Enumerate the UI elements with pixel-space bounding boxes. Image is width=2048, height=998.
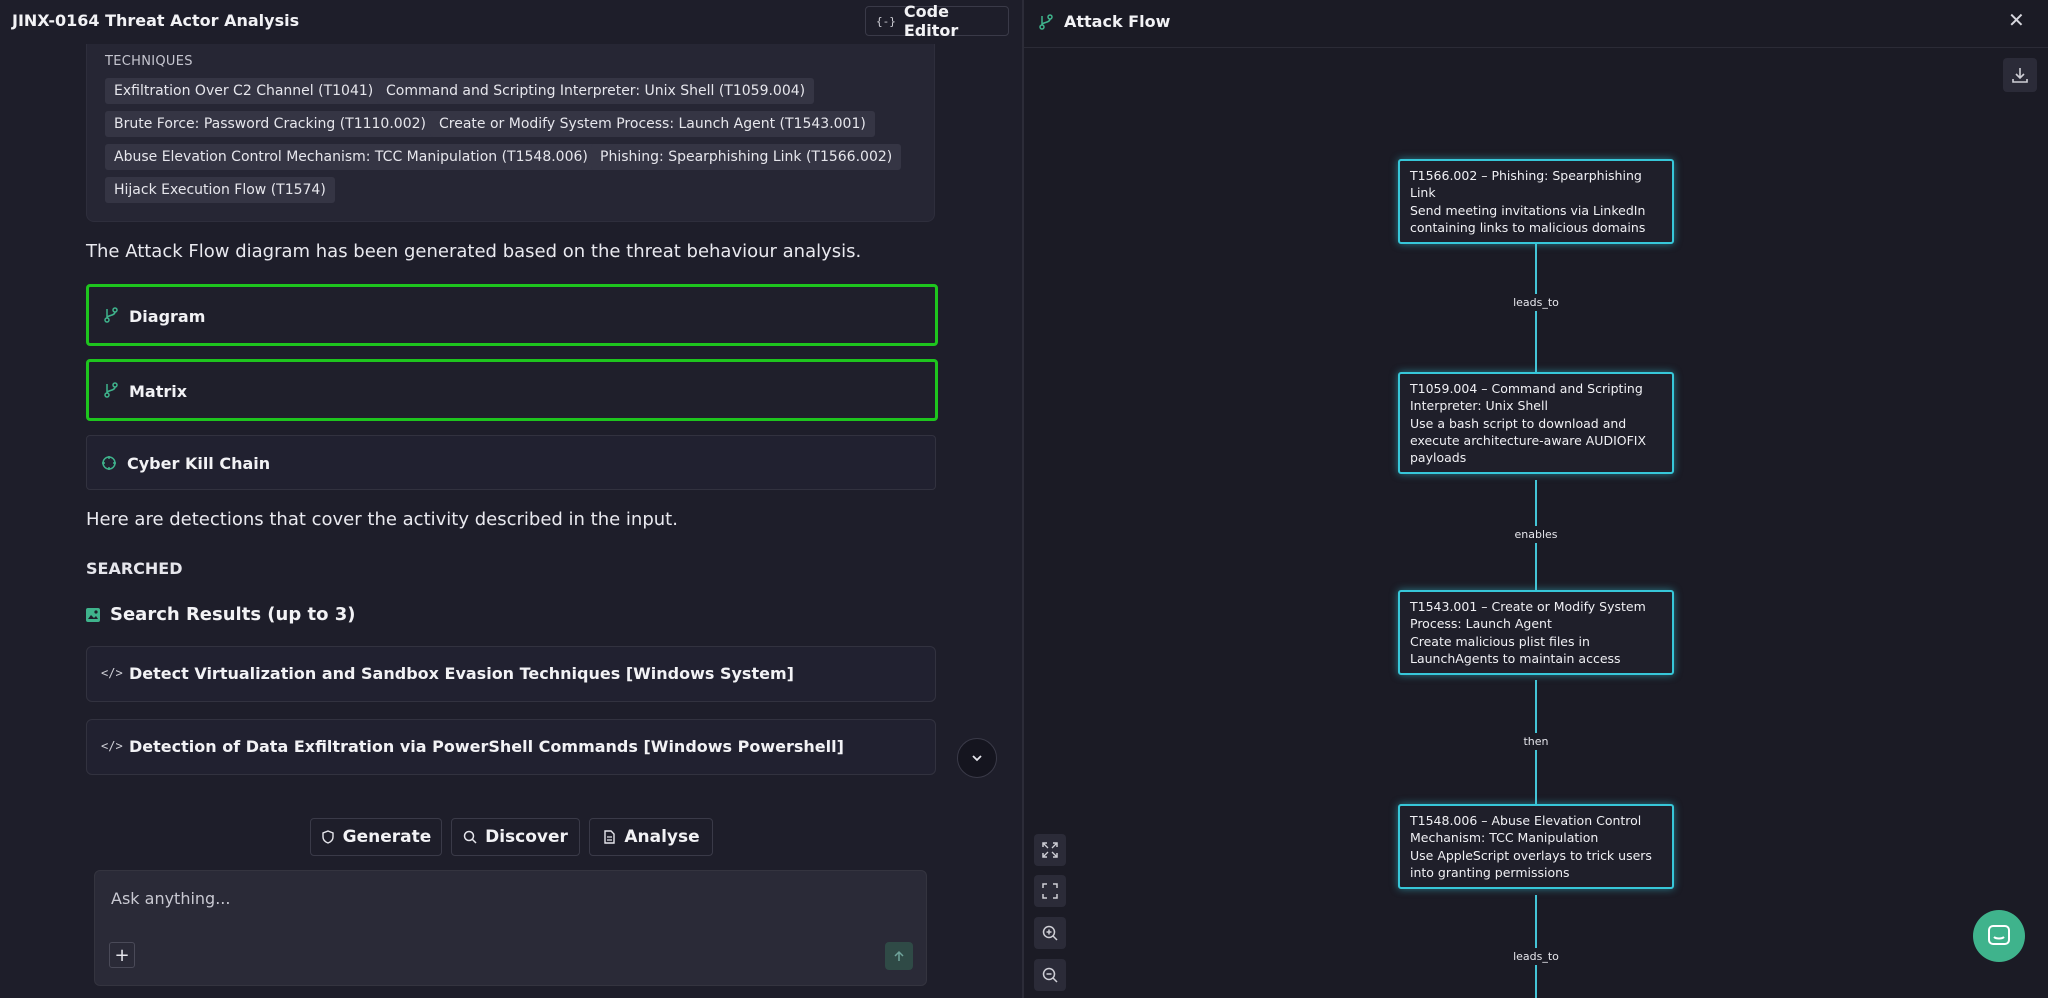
code-icon: </> <box>101 666 123 680</box>
attack-flow-header: Attack Flow ✕ <box>1024 0 2048 48</box>
cyber-kill-chain-label: Cyber Kill Chain <box>127 454 271 473</box>
top-bar: JINX-0164 Threat Actor Analysis {-} Code… <box>0 0 1022 44</box>
zoom-in-icon <box>1042 925 1058 941</box>
zoom-out-button[interactable] <box>1034 959 1066 991</box>
technique-chip[interactable]: Brute Force: Password Cracking (T1110.00… <box>105 111 435 137</box>
code-icon: </> <box>101 739 123 753</box>
shield-icon <box>321 830 334 844</box>
flow-node-desc: Send meeting invitations via LinkedIn co… <box>1410 202 1646 235</box>
generate-button[interactable]: Generate <box>310 818 442 856</box>
analyse-label: Analyse <box>624 827 700 847</box>
analyse-button[interactable]: Analyse <box>589 818 713 856</box>
matrix-label: Matrix <box>129 382 188 401</box>
send-button[interactable] <box>885 942 913 970</box>
branch-icon <box>1039 14 1053 30</box>
flow-node[interactable]: T1059.004 – Command and Scripting Interp… <box>1398 372 1674 475</box>
scroll-down-button[interactable] <box>957 738 997 778</box>
chat-support-button[interactable] <box>1973 910 2025 962</box>
fullscreen-button[interactable] <box>1034 875 1066 907</box>
chevron-down-icon <box>972 755 982 762</box>
discover-button[interactable]: Discover <box>451 818 580 856</box>
edge-label: leads_to <box>1504 948 1568 965</box>
attack-flow-title: Attack Flow <box>1064 12 1171 31</box>
flow-node[interactable]: T1548.006 – Abuse Elevation Control Mech… <box>1398 804 1674 890</box>
search-results-heading: Search Results (up to 3) <box>86 604 355 625</box>
technique-chip[interactable]: Phishing: Spearphishing Link (T1566.002) <box>591 144 902 170</box>
branch-icon <box>104 307 118 323</box>
attack-flow-panel: Attack Flow ✕ leads_to enables then lead… <box>1024 0 2048 998</box>
flow-node-desc: Use a bash script to download and execut… <box>1410 415 1647 466</box>
code-braces-icon: {-} <box>876 14 896 28</box>
flow-edge <box>1535 895 1537 998</box>
flow-node-desc: Use AppleScript overlays to trick users … <box>1410 847 1652 880</box>
edge-label: then <box>1504 733 1568 750</box>
edge-label: leads_to <box>1504 294 1568 311</box>
fit-view-button[interactable] <box>1034 834 1066 866</box>
flow-node[interactable]: T1566.002 – Phishing: Spearphishing Link… <box>1398 159 1674 245</box>
diagram-button[interactable]: Diagram <box>86 284 938 346</box>
branch-icon <box>104 382 118 398</box>
fullscreen-icon <box>1042 883 1058 899</box>
search-result-title: Detection of Data Exfiltration via Power… <box>129 737 844 756</box>
technique-chip[interactable]: Exfiltration Over C2 Channel (T1041) <box>105 78 383 104</box>
search-result-item[interactable]: </> Detect Virtualization and Sandbox Ev… <box>86 646 936 702</box>
attack-flow-message: The Attack Flow diagram has been generat… <box>86 241 862 262</box>
page-title: JINX-0164 Threat Actor Analysis <box>12 11 300 30</box>
detections-message: Here are detections that cover the activ… <box>86 509 678 530</box>
plus-icon: + <box>114 944 130 966</box>
zoom-out-icon <box>1042 967 1058 983</box>
expand-arrows-icon <box>1042 842 1058 858</box>
flow-node-desc: Create malicious plist files in LaunchAg… <box>1410 633 1621 666</box>
techniques-card: TECHNIQUES Exfiltration Over C2 Channel … <box>86 36 935 222</box>
diagram-label: Diagram <box>129 307 206 326</box>
search-result-title: Detect Virtualization and Sandbox Evasio… <box>129 664 794 683</box>
flow-node-title: T1543.001 – Create or Modify System Proc… <box>1410 599 1646 632</box>
flow-node-title: T1566.002 – Phishing: Spearphishing Link <box>1410 168 1642 201</box>
search-icon <box>463 830 477 844</box>
search-result-item[interactable]: </> Detection of Data Exfiltration via P… <box>86 719 936 775</box>
download-icon <box>2012 68 2028 83</box>
chat-pane: TECHNIQUES Exfiltration Over C2 Channel … <box>0 0 1022 998</box>
arrow-up-icon <box>894 950 904 961</box>
code-editor-button[interactable]: {-} Code Editor <box>865 2 1009 40</box>
chat-icon <box>1988 925 2010 945</box>
ask-input[interactable] <box>109 885 893 911</box>
flow-node-title: T1059.004 – Command and Scripting Interp… <box>1410 381 1643 414</box>
technique-chip[interactable]: Create or Modify System Process: Launch … <box>430 111 875 137</box>
flow-node[interactable]: T1543.001 – Create or Modify System Proc… <box>1398 590 1674 676</box>
technique-chip[interactable]: Abuse Elevation Control Mechanism: TCC M… <box>105 144 597 170</box>
cyber-kill-chain-button[interactable]: Cyber Kill Chain <box>86 435 936 490</box>
attach-button[interactable]: + <box>109 942 135 968</box>
image-search-icon <box>86 607 100 622</box>
flow-node-title: T1548.006 – Abuse Elevation Control Mech… <box>1410 813 1642 846</box>
search-results-title: Search Results (up to 3) <box>110 604 356 625</box>
document-icon <box>604 830 616 844</box>
technique-chip[interactable]: Command and Scripting Interpreter: Unix … <box>377 78 815 104</box>
discover-label: Discover <box>485 827 568 847</box>
technique-chip[interactable]: Hijack Execution Flow (T1574) <box>105 177 335 203</box>
code-editor-label: Code Editor <box>903 2 959 40</box>
generate-label: Generate <box>342 827 432 847</box>
chat-composer: + <box>94 870 927 986</box>
close-icon[interactable]: ✕ <box>2008 8 2025 32</box>
techniques-heading: TECHNIQUES <box>105 54 193 69</box>
download-button[interactable] <box>2003 58 2037 92</box>
zoom-in-button[interactable] <box>1034 917 1066 949</box>
searched-label: SEARCHED <box>86 559 183 578</box>
crosshair-icon <box>102 456 116 470</box>
edge-label: enables <box>1504 526 1568 543</box>
matrix-button[interactable]: Matrix <box>86 359 938 421</box>
